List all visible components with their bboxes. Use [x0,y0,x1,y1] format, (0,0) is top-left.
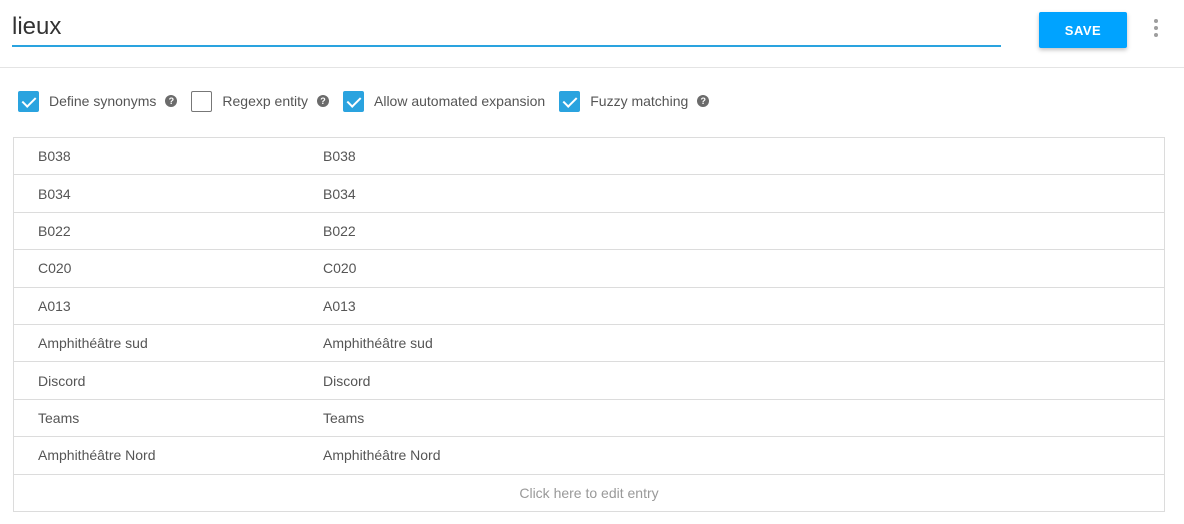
entry-reference-value[interactable]: Amphithéâtre Nord [14,447,323,463]
allow-automated-expansion-label: Allow automated expansion [374,93,546,109]
option-fuzzy-matching[interactable]: Fuzzy matching ? [559,90,710,112]
entry-reference-value[interactable]: Teams [14,410,323,426]
entry-synonyms[interactable]: B038 [323,148,1164,164]
define-synonyms-checkbox[interactable] [18,90,39,112]
option-regexp-entity[interactable]: Regexp entity ? [191,90,329,112]
entry-reference-value[interactable]: B022 [14,223,323,239]
entry-synonyms[interactable]: Discord [323,373,1164,389]
help-icon[interactable]: ? [697,95,710,107]
help-icon[interactable]: ? [165,95,178,107]
entity-name-input[interactable] [12,10,1001,47]
entries-table: B038 B038 B034 B034 B022 B022 C020 C020 … [13,137,1165,512]
allow-automated-expansion-checkbox[interactable] [343,90,364,112]
regexp-entity-checkbox[interactable] [191,90,213,112]
entry-synonyms[interactable]: Teams [323,410,1164,426]
define-synonyms-label: Define synonyms [49,93,157,109]
more-vert-icon[interactable] [1148,16,1164,40]
option-define-synonyms[interactable]: Define synonyms ? [18,90,178,112]
table-row[interactable]: Discord Discord [14,362,1164,400]
entry-synonyms[interactable]: B034 [323,186,1164,202]
table-row[interactable]: Amphithéâtre Nord Amphithéâtre Nord [14,437,1164,475]
fuzzy-matching-checkbox[interactable] [559,90,581,112]
regexp-entity-label: Regexp entity [222,93,308,109]
table-row[interactable]: B038 B038 [14,138,1164,176]
table-row[interactable]: C020 C020 [14,250,1164,288]
entry-reference-value[interactable]: Amphithéâtre sud [14,335,323,351]
entity-options: Define synonyms ? Regexp entity ? Allow … [18,90,723,112]
table-row[interactable]: B022 B022 [14,213,1164,251]
help-icon[interactable]: ? [317,95,329,107]
entry-synonyms[interactable]: Amphithéâtre Nord [323,447,1164,463]
table-row[interactable]: A013 A013 [14,288,1164,325]
edit-entry-row[interactable]: Click here to edit entry [14,475,1164,511]
table-row[interactable]: B034 B034 [14,175,1164,213]
save-button[interactable]: SAVE [1039,12,1127,48]
option-allow-automated-expansion[interactable]: Allow automated expansion [343,90,546,112]
entry-reference-value[interactable]: C020 [14,260,323,276]
entry-reference-value[interactable]: B038 [14,148,323,164]
header-bar: SAVE [0,0,1184,68]
entry-synonyms[interactable]: C020 [323,260,1164,276]
entry-reference-value[interactable]: B034 [14,186,323,202]
fuzzy-matching-label: Fuzzy matching [590,93,689,109]
entry-synonyms[interactable]: Amphithéâtre sud [323,335,1164,351]
table-row[interactable]: Amphithéâtre sud Amphithéâtre sud [14,325,1164,363]
table-row[interactable]: Teams Teams [14,400,1164,438]
entry-reference-value[interactable]: A013 [14,298,323,314]
entry-synonyms[interactable]: B022 [323,223,1164,239]
entry-synonyms[interactable]: A013 [323,298,1164,314]
entry-reference-value[interactable]: Discord [14,373,323,389]
